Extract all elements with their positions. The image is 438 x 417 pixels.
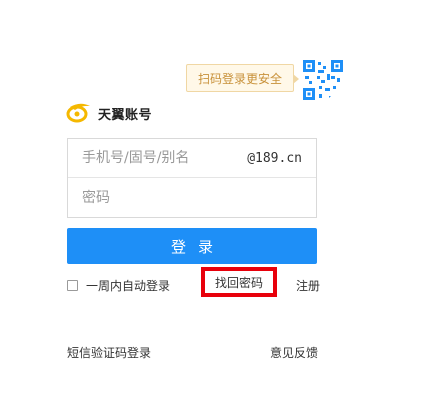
login-button-label: 登录 bbox=[170, 237, 225, 256]
tianyi-logo-icon bbox=[66, 103, 90, 123]
qr-login-tip: 扫码登录更安全 bbox=[186, 64, 299, 92]
forgot-password-link[interactable]: 找回密码 bbox=[201, 267, 277, 297]
login-button[interactable]: 登录 bbox=[67, 228, 317, 264]
password-input[interactable] bbox=[68, 179, 316, 217]
qr-code-icon[interactable] bbox=[303, 60, 347, 104]
password-field-row bbox=[68, 179, 316, 217]
tianyi-account-logo: 天翼账号 bbox=[66, 101, 152, 125]
remember-checkbox[interactable] bbox=[67, 280, 78, 291]
feedback-link[interactable]: 意见反馈 bbox=[270, 344, 318, 361]
feedback-label: 意见反馈 bbox=[270, 346, 319, 360]
account-domain-suffix: @189.cn bbox=[247, 151, 302, 166]
logo-text: 天翼账号 bbox=[98, 107, 153, 123]
register-link[interactable]: 注册 bbox=[296, 277, 320, 294]
sms-login-label: 短信验证码登录 bbox=[67, 346, 152, 360]
remember-label: 一周内自动登录 bbox=[86, 279, 171, 293]
forgot-password-label: 找回密码 bbox=[214, 275, 263, 290]
remember-me[interactable]: 一周内自动登录 bbox=[67, 277, 170, 294]
register-label: 注册 bbox=[296, 279, 321, 293]
qr-login-tip-text: 扫码登录更安全 bbox=[197, 71, 282, 86]
sms-login-link[interactable]: 短信验证码登录 bbox=[67, 344, 151, 361]
account-field-row: @189.cn bbox=[68, 139, 316, 178]
login-form: @189.cn bbox=[67, 138, 317, 218]
